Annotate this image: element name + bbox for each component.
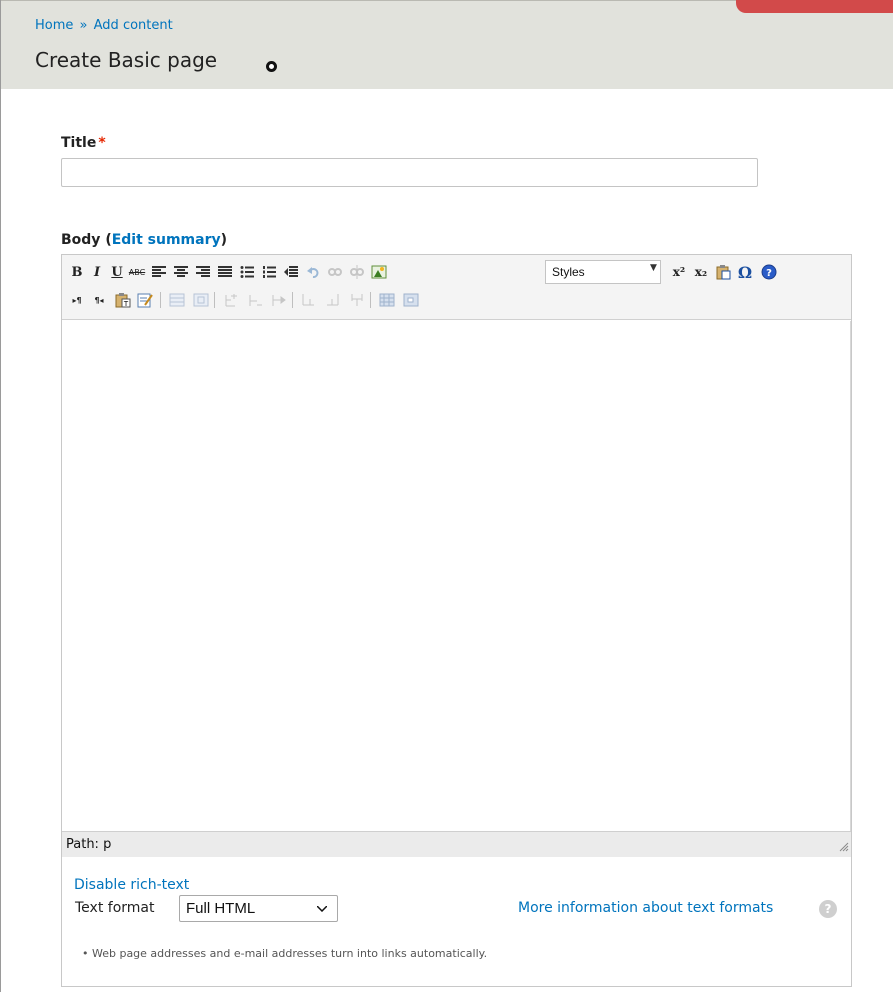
table-split-icon[interactable]: [348, 291, 366, 309]
breadcrumb: Home » Add content: [35, 18, 173, 33]
link-icon[interactable]: [326, 263, 344, 281]
chevron-down-icon: [316, 901, 328, 915]
disable-rich-text-link[interactable]: Disable rich-text: [74, 877, 189, 893]
breadcrumb-home-link[interactable]: Home: [35, 18, 73, 33]
delete-row-icon[interactable]: [246, 291, 264, 309]
table-icon[interactable]: [168, 291, 186, 309]
toolbar-separator: [214, 292, 215, 308]
help-icon[interactable]: ?: [760, 263, 778, 281]
edit-source-icon[interactable]: [136, 291, 154, 309]
table-props-icon[interactable]: [192, 291, 210, 309]
resize-grip-icon[interactable]: [839, 842, 849, 855]
page-header: Home » Add content Create Basic page: [1, 0, 893, 89]
svg-text:T: T: [123, 300, 129, 308]
paste-word-icon[interactable]: [714, 263, 732, 281]
bold-button[interactable]: B: [68, 263, 86, 281]
justify-icon[interactable]: [216, 263, 234, 281]
toolbar-separator: [370, 292, 371, 308]
bullet-list-icon[interactable]: [238, 263, 256, 281]
page-title: Create Basic page: [35, 48, 218, 72]
align-center-icon[interactable]: [172, 263, 190, 281]
insert-row-icon[interactable]: [222, 291, 240, 309]
unlink-icon[interactable]: [348, 263, 366, 281]
strikethrough-button[interactable]: ABC: [128, 263, 146, 281]
outdent-icon[interactable]: [282, 263, 300, 281]
underline-button[interactable]: U: [108, 263, 126, 281]
format-tip: • Web page addresses and e-mail addresse…: [82, 947, 488, 960]
special-char-button[interactable]: Ω: [736, 263, 754, 282]
subscript-button[interactable]: x₂: [692, 263, 710, 281]
table-cell-icon[interactable]: [402, 291, 420, 309]
align-left-icon[interactable]: [150, 263, 168, 281]
editor-content-area[interactable]: [62, 321, 851, 832]
text-format-panel: Disable rich-text Text format Full HTML …: [61, 857, 852, 987]
admin-tab[interactable]: [736, 0, 893, 13]
toolbar-separator: [292, 292, 293, 308]
title-input[interactable]: [61, 158, 758, 187]
breadcrumb-separator: »: [79, 18, 88, 33]
numbered-list-icon[interactable]: [260, 263, 278, 281]
text-format-label: Text format: [75, 900, 155, 916]
merge-cells-icon[interactable]: [300, 291, 318, 309]
rich-text-editor: B I U ABC Styles ▼ x² x₂ Ω ? ▸¶ ¶◂ T Pat…: [61, 254, 852, 857]
title-label: Title *: [61, 135, 106, 151]
required-marker: *: [98, 135, 106, 151]
split-cells-icon[interactable]: [324, 291, 342, 309]
svg-text:?: ?: [766, 268, 772, 279]
editor-toolbar: B I U ABC Styles ▼ x² x₂ Ω ? ▸¶ ¶◂ T: [62, 255, 851, 320]
title-label-text: Title: [61, 135, 97, 151]
align-right-icon[interactable]: [194, 263, 212, 281]
help-icon[interactable]: ?: [819, 900, 837, 918]
paste-text-icon[interactable]: T: [114, 291, 132, 309]
path-label: Path: p: [66, 837, 112, 852]
undo-icon[interactable]: [304, 263, 322, 281]
body-label-text: Body: [61, 232, 101, 248]
italic-button[interactable]: I: [88, 263, 106, 281]
table-grid-icon[interactable]: [378, 291, 396, 309]
body-label: Body (Edit summary): [61, 232, 227, 248]
superscript-button[interactable]: x²: [670, 263, 688, 281]
body-close-paren: ): [220, 232, 228, 248]
breadcrumb-add-content-link[interactable]: Add content: [94, 18, 173, 33]
add-shortcut-icon[interactable]: [266, 61, 277, 72]
edit-summary-link[interactable]: Edit summary: [112, 232, 221, 248]
insert-col-icon[interactable]: [270, 291, 288, 309]
rtl-button[interactable]: ¶◂: [90, 291, 108, 309]
chevron-down-icon: ▼: [650, 263, 657, 273]
toolbar-separator: [160, 292, 161, 308]
more-info-link[interactable]: More information about text formats: [518, 900, 773, 916]
text-format-select[interactable]: Full HTML: [179, 895, 338, 922]
styles-dropdown[interactable]: Styles: [545, 260, 661, 284]
editor-path-bar: Path: p: [62, 831, 851, 857]
image-icon[interactable]: [370, 263, 388, 281]
ltr-button[interactable]: ▸¶: [68, 291, 86, 309]
